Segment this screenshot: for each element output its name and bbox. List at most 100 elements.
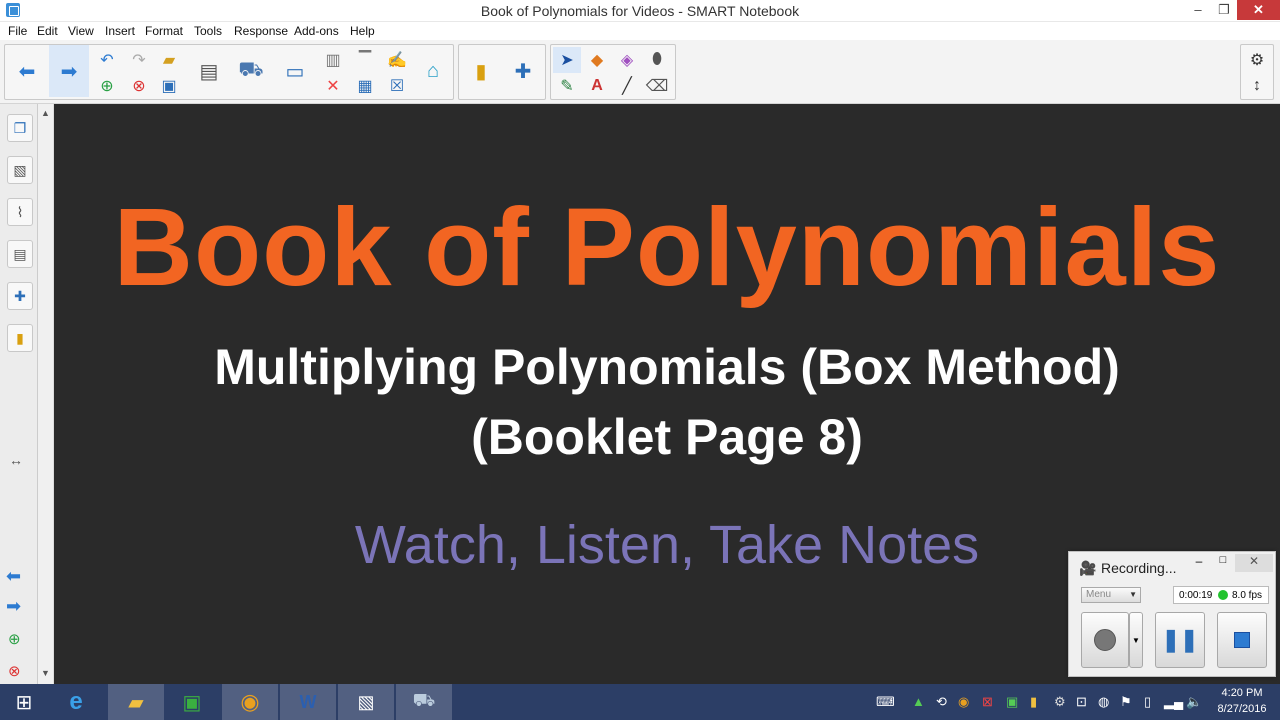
drive-icon[interactable]: ▲ xyxy=(912,694,925,709)
redo-icon[interactable]: ↷ xyxy=(125,47,153,73)
menu-view[interactable]: View xyxy=(68,24,94,38)
tray-notes-icon[interactable]: ▮ xyxy=(1030,694,1037,710)
record-options-dropdown[interactable]: ▼ xyxy=(1129,612,1143,668)
paste-icon[interactable]: ▥ xyxy=(319,47,347,73)
side-previous-arrow-icon[interactable]: ⬅ xyxy=(6,566,21,587)
display-screen-icon[interactable]: ▭ xyxy=(275,45,315,97)
smart-notebook-taskbar-icon[interactable]: ▧ xyxy=(338,684,394,720)
scroll-up-icon[interactable]: ▲ xyxy=(41,108,50,118)
table-icon[interactable]: ▦ xyxy=(351,73,379,99)
menu-response[interactable]: Response xyxy=(234,24,288,38)
text-icon[interactable]: A xyxy=(583,73,611,99)
battery-icon[interactable]: ▯ xyxy=(1144,694,1151,710)
minimize-button[interactable]: ‒ xyxy=(1185,0,1211,20)
toolbar-group-settings: ⚙ ↕ xyxy=(1240,44,1274,100)
maximize-button[interactable]: ❐ xyxy=(1211,0,1237,20)
toolbar-group-tools: ➤ ◆ ◈ ⬮ ✎ A ╱ ⌫ xyxy=(550,44,676,100)
tray-settings-icon[interactable]: ⚙ xyxy=(1054,694,1066,710)
file-explorer-icon[interactable]: ▰ xyxy=(108,684,164,720)
home-icon[interactable]: ⌂ xyxy=(413,45,453,97)
word-icon[interactable]: W xyxy=(280,684,336,720)
pause-button[interactable]: ❚❚ xyxy=(1155,612,1205,668)
fill-icon[interactable]: ⬮ xyxy=(643,47,671,73)
slide-subtitle-line2[interactable]: (Booklet Page 8) xyxy=(54,408,1280,466)
tray-sync-icon[interactable]: ▣ xyxy=(1006,694,1018,710)
shapes-icon[interactable]: ◆ xyxy=(583,47,611,73)
attachments-icon[interactable]: ⌇ xyxy=(7,198,33,226)
delete-page-icon[interactable]: ⊗ xyxy=(125,73,153,99)
slide-subtitle-line1[interactable]: Multiplying Polynomials (Box Method) xyxy=(54,338,1280,396)
vertical-scrollbar[interactable]: ▲ ▼ xyxy=(38,104,54,684)
recorder-maximize-button[interactable]: □ xyxy=(1211,554,1235,572)
eraser-icon[interactable]: ⌫ xyxy=(643,73,671,99)
resize-sidebar-icon[interactable]: ↔ xyxy=(9,452,23,468)
tray-smart-icon[interactable]: ⊡ xyxy=(1076,694,1087,710)
chrome-icon[interactable]: ◉ xyxy=(222,684,278,720)
scroll-down-icon[interactable]: ▼ xyxy=(41,668,50,678)
recorder-elapsed-time: 0:00:19 xyxy=(1179,590,1213,601)
lesson-side-icon[interactable]: ▮ xyxy=(7,324,33,352)
side-delete-page-icon[interactable]: ⊗ xyxy=(8,662,21,680)
stop-square-icon xyxy=(1234,632,1250,648)
tray-camera-icon[interactable]: ◍ xyxy=(1098,694,1109,710)
toolbar-group-main: ⬅ ➡ ↶ ↷ ▰ ⊕ ⊗ ▣ ▤ ⛟ ▭ ▥ ▔ ✍ ✕ ▦ ☒ ⌂ xyxy=(4,44,454,100)
volume-icon[interactable]: 🔈 xyxy=(1186,694,1202,710)
settings-gear-icon[interactable]: ⚙ xyxy=(1243,47,1271,73)
eraser-shape-icon[interactable]: ◈ xyxy=(613,47,641,73)
taskbar-clock-time[interactable]: 4:20 PM xyxy=(1212,687,1272,699)
recorder-taskbar-icon[interactable]: ⛟ xyxy=(396,684,452,720)
menu-edit[interactable]: Edit xyxy=(37,24,58,38)
line-icon[interactable]: ╱ xyxy=(613,73,641,99)
screen-shade-icon[interactable]: ▔ xyxy=(351,47,379,73)
slide-title[interactable]: Book of Polynomials xyxy=(54,184,1280,311)
open-folder-icon[interactable]: ▰ xyxy=(155,47,183,73)
magic-pen-icon[interactable]: ✍ xyxy=(383,47,411,73)
windows-start-icon[interactable]: ⊞ xyxy=(0,684,48,720)
next-page-arrow-icon[interactable]: ➡ xyxy=(49,45,89,97)
menu-addons[interactable]: Add-ons xyxy=(294,24,339,38)
close-button[interactable]: ✕ xyxy=(1237,0,1280,20)
tray-chrome-icon[interactable]: ◉ xyxy=(958,694,969,710)
menu-tools[interactable]: Tools xyxy=(194,24,222,38)
toolbar-group-addons: ▮ ✚ xyxy=(458,44,546,100)
record-circle-icon xyxy=(1094,629,1116,651)
recorder-close-button[interactable]: ✕ xyxy=(1235,554,1273,572)
pens-icon[interactable]: ✎ xyxy=(553,73,581,99)
internet-explorer-icon[interactable]: e xyxy=(48,684,104,720)
side-next-arrow-icon[interactable]: ➡ xyxy=(6,596,21,617)
document-camera-icon[interactable]: ⛟ xyxy=(231,45,271,97)
action-center-flag-icon[interactable]: ⚑ xyxy=(1120,694,1132,710)
taskbar-clock-date[interactable]: 8/27/2016 xyxy=(1212,703,1272,715)
store-icon[interactable]: ▣ xyxy=(164,684,220,720)
menu-format[interactable]: Format xyxy=(145,24,183,38)
tray-app-icon[interactable]: ⟲ xyxy=(936,694,947,710)
select-pointer-icon[interactable]: ➤ xyxy=(553,47,581,73)
menu-file[interactable]: File xyxy=(8,24,27,38)
recorder-minimize-button[interactable]: ‒ xyxy=(1187,554,1211,572)
properties-icon[interactable]: ▤ xyxy=(7,240,33,268)
close-box-icon[interactable]: ☒ xyxy=(383,73,411,99)
gallery-icon[interactable]: ▧ xyxy=(7,156,33,184)
undo-icon[interactable]: ↶ xyxy=(93,47,121,73)
add-page-icon[interactable]: ⊕ xyxy=(93,73,121,99)
addons-puzzle-icon[interactable]: ✚ xyxy=(503,45,543,97)
recording-status-dot-icon xyxy=(1218,590,1228,600)
menu-insert[interactable]: Insert xyxy=(105,24,135,38)
menu-help[interactable]: Help xyxy=(350,24,375,38)
keyboard-icon[interactable]: ⌨ xyxy=(876,694,895,710)
toolbar-position-icon[interactable]: ↕ xyxy=(1243,73,1271,99)
delete-icon[interactable]: ✕ xyxy=(319,73,347,99)
network-signal-icon[interactable]: ▂▄ xyxy=(1164,694,1183,710)
side-add-page-icon[interactable]: ⊕ xyxy=(8,630,21,648)
stop-button[interactable] xyxy=(1217,612,1267,668)
window-title: Book of Polynomials for Videos - SMART N… xyxy=(480,3,800,19)
addons-side-icon[interactable]: ✚ xyxy=(7,282,33,310)
previous-page-arrow-icon[interactable]: ⬅ xyxy=(7,45,47,97)
tray-alert-icon[interactable]: ⊠ xyxy=(982,694,993,710)
screen-capture-icon[interactable]: ▤ xyxy=(189,45,229,97)
record-button[interactable] xyxy=(1081,612,1129,668)
lesson-activity-icon[interactable]: ▮ xyxy=(461,45,501,97)
save-icon[interactable]: ▣ xyxy=(155,73,183,99)
recorder-menu-dropdown[interactable]: Menu ▼ xyxy=(1081,587,1141,603)
page-sorter-icon[interactable]: ❐ xyxy=(7,114,33,142)
